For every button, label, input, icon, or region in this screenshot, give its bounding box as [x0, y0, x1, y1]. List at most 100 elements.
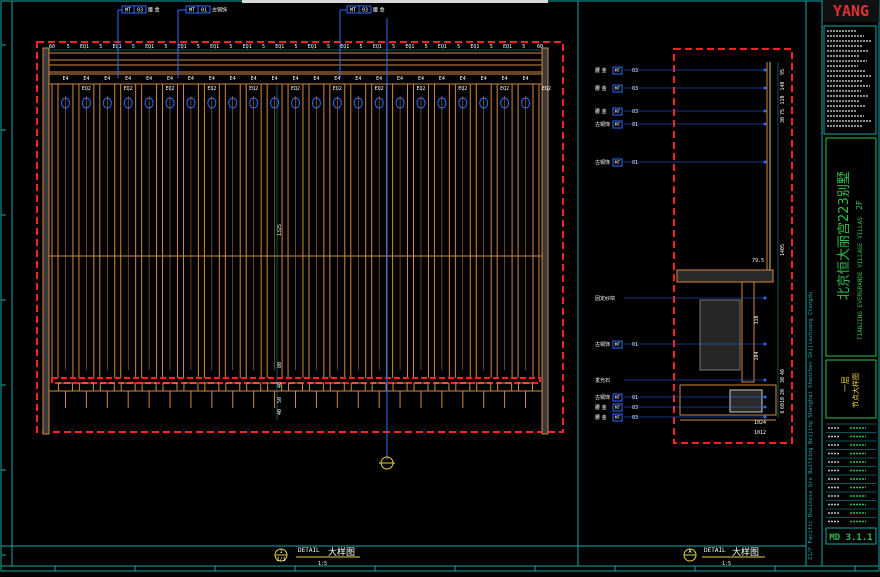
vertical-dim-label: 40 [277, 382, 283, 388]
section-callout: 古铜饰 MT 01 [595, 158, 767, 167]
foot-block [141, 382, 157, 392]
top-dim-label: 5 [327, 44, 330, 50]
section-dim-label: 40 [780, 369, 786, 375]
detail-1-sheet: 2/1 [276, 557, 285, 563]
detail-a-title: DETAIL [704, 547, 726, 554]
section-dim-label: 1405 [780, 244, 786, 256]
detail-a-name: 大样图 [732, 546, 759, 558]
elevation-eq2-labels: EQ2 EQ2 EQ2 EQ2 EQ2 EQ2 EQ2 EQ2 EQ2 EQ2 EQ2 EQ2 [82, 86, 551, 92]
eq2-label: EQ2 [82, 86, 91, 92]
top-dim-label: EQ1 [80, 44, 89, 50]
detail-1-label: 1 2/1 DETAIL 大样图 1:5 [274, 546, 360, 567]
cad-drawing-viewport[interactable]: 60 5 EQ1 5 EQ1 5 EQ1 5 EQ1 5 EQ1 5 EQ1 5 EQ1 5 EQ1 5 EQ1 5 E… [0, 0, 880, 573]
foot-block [371, 382, 387, 392]
drawing-name: 一层 [841, 376, 850, 392]
foot-block [120, 382, 136, 392]
company-logo: YANG [833, 2, 869, 20]
callout-label: 古铜饰 [595, 121, 610, 128]
eq2-label: EQ2 [500, 86, 509, 92]
top-dim-label: 5 [262, 44, 265, 50]
section-dim-label: 95 [780, 69, 786, 75]
callout-code: MT [615, 160, 621, 166]
detail-a-section: 腰 金 MT 03腰 金 MT 03腰 金 MT 03古铜饰 MT 01古铜饰 MT 01固定纱帘古… [595, 48, 793, 444]
elevation-left-post [42, 47, 50, 435]
section-mount-box [741, 281, 755, 383]
title-block: YANG 北京恒大丽宫223别墅 TIANJING EVERGRANDE VIL… [823, 0, 879, 545]
top-dim-label: 5 [99, 44, 102, 50]
detail-a-scale: 1:5 [722, 561, 731, 567]
section-callout: 腰 金 MT 03 [595, 84, 767, 93]
elevation-base-red-band [51, 377, 541, 384]
callout-number: 01 [632, 395, 638, 401]
section-dim-label: 60 [780, 403, 786, 409]
callout-number: 01 [632, 122, 638, 128]
foot-block [350, 382, 366, 392]
foot-block [78, 382, 94, 392]
e4-label: E4 [146, 76, 152, 82]
callout-code: MT [615, 405, 621, 411]
drawing-number: MD 3.1.1 [829, 533, 872, 543]
section-dim-label: 104 [754, 351, 760, 360]
e4-label: E4 [62, 76, 68, 82]
project-name-cn: 北京恒大丽宫223别墅 [837, 171, 852, 300]
elevation-top-dimensions: 60 5 EQ1 5 EQ1 5 EQ1 5 EQ1 5 EQ1 5 EQ1 5 EQ1 5 EQ1 5 EQ1 5 E… [49, 44, 543, 51]
foot-block [57, 382, 73, 392]
e4-label: E4 [397, 76, 403, 82]
e4-label: E4 [376, 76, 382, 82]
callout-number: 01 [632, 342, 638, 348]
tag-code: MT [189, 8, 195, 14]
section-dim-label: 30 [780, 117, 786, 123]
e4-label: E4 [313, 76, 319, 82]
foot-block [455, 382, 471, 392]
e4-label: E4 [83, 76, 89, 82]
project-name-en: TIANJING EVERGRANDE VILLAGE VILLAS [857, 217, 864, 340]
callout-dot [763, 122, 767, 126]
tag-number: 03 [362, 8, 368, 14]
top-dim-label: 5 [457, 44, 460, 50]
callout-number: 03 [632, 86, 638, 92]
callout-dot [763, 160, 767, 164]
callout-dot [763, 395, 767, 399]
foot-block [392, 382, 408, 392]
callout-dot [763, 342, 767, 346]
e4-label: E4 [439, 76, 445, 82]
section-dim-label: 1012 [754, 430, 766, 436]
section-stone-block [699, 299, 741, 371]
callout-label: 腰 金 [595, 85, 607, 92]
vertical-dim-label: 1325 [277, 224, 283, 236]
top-dim-label: EQ1 [373, 44, 382, 50]
top-dim-label: 5 [294, 44, 297, 50]
top-dim-label: EQ1 [308, 44, 317, 50]
section-dim-label: 79.5 [752, 258, 764, 264]
detail-1-scale: 1:5 [318, 561, 327, 567]
eq2-label: EQ2 [124, 86, 133, 92]
foot-block [476, 382, 492, 392]
top-dim-label: EQ1 [243, 44, 252, 50]
callout-label: 发光石 [595, 377, 610, 384]
section-dim-label: 310 [754, 315, 760, 324]
foot-block [434, 382, 450, 392]
notes-box [823, 25, 877, 135]
section-callout: 古铜饰 MT 01 [595, 120, 767, 129]
e4-label: E4 [502, 76, 508, 82]
top-dim-label: 5 [164, 44, 167, 50]
top-dim-label: 60 [537, 44, 543, 50]
section-callout: 古铜饰 MT 01 [595, 340, 767, 349]
top-white-bar [242, 0, 548, 3]
drawing-subtitle: 节点大样图 [851, 373, 860, 408]
e4-label: E4 [460, 76, 466, 82]
top-dim-label: 5 [67, 44, 70, 50]
drawing-name-box [825, 359, 877, 419]
top-dim-label: EQ1 [470, 44, 479, 50]
eq2-label: EQ2 [542, 86, 551, 92]
foot-block [413, 382, 429, 392]
e4-label: E4 [355, 76, 361, 82]
foot-block [288, 382, 303, 392]
e4-label: E4 [104, 76, 110, 82]
elevation-red-outline [36, 41, 564, 433]
tag-number: 01 [201, 8, 207, 14]
callout-code: MT [615, 122, 621, 128]
cad-drawing-canvas: 60 5 EQ1 5 EQ1 5 EQ1 5 EQ1 5 EQ1 5 EQ1 5 EQ1 5 EQ1 5 EQ1 5 E… [0, 0, 880, 572]
eq2-label: EQ2 [291, 86, 300, 92]
callout-number: 01 [632, 160, 638, 166]
